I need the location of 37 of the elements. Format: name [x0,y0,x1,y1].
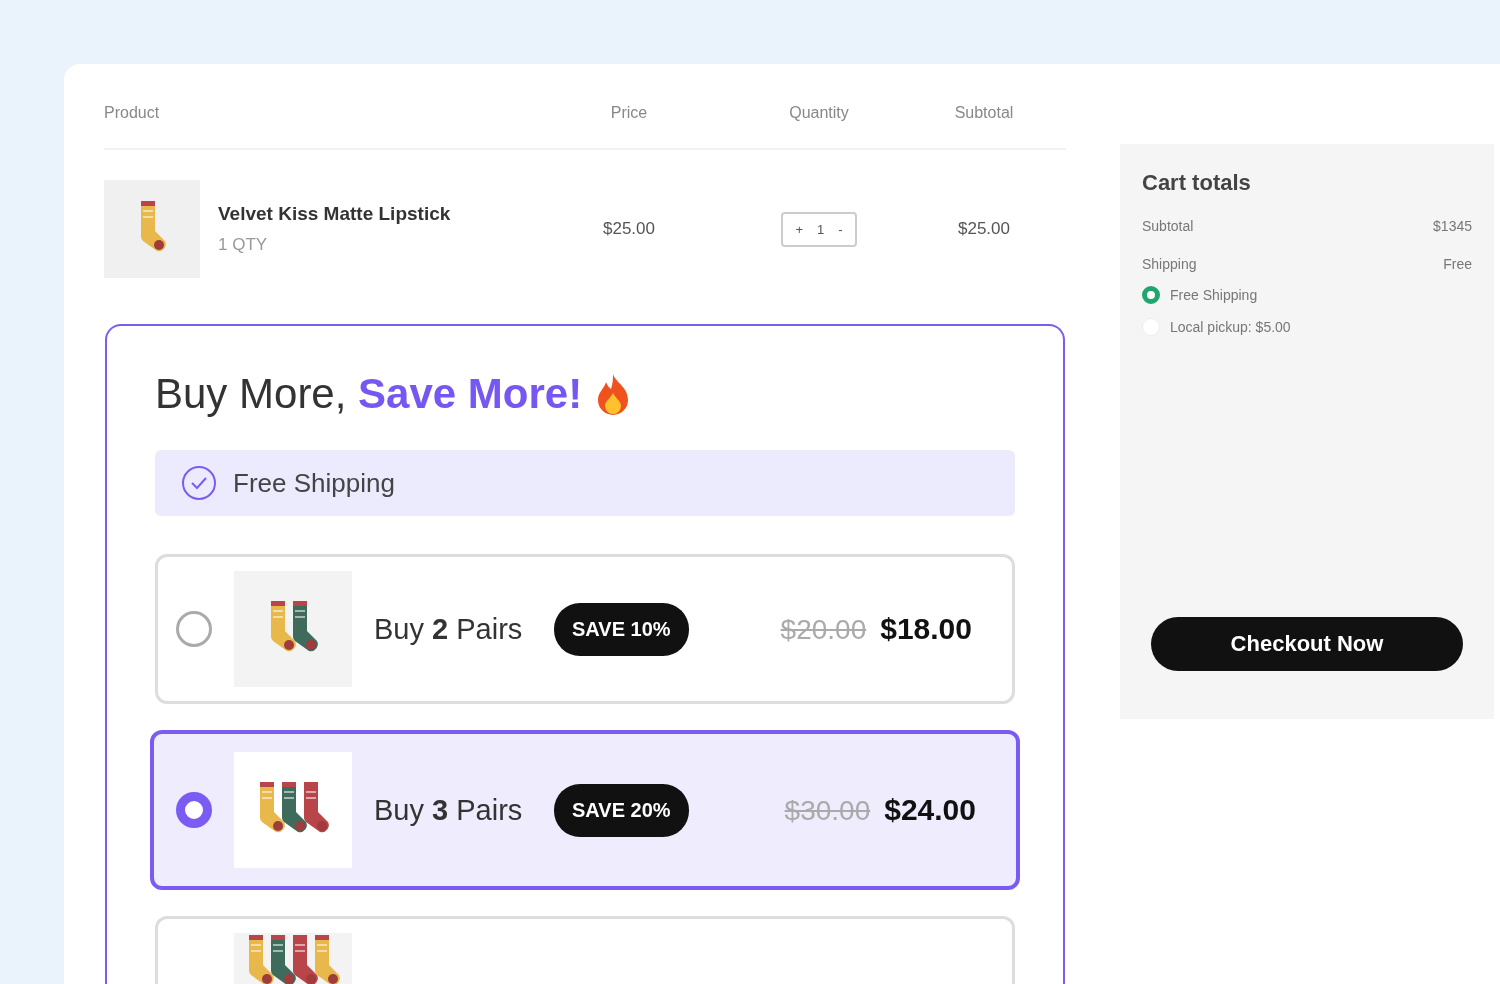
discount-badge: SAVE 10% [554,602,689,656]
perk-text: Free Shipping [233,467,395,499]
bundle-option[interactable]: Buy 3 Pairs SAVE 20% $30.00 $24.00 [150,730,1020,890]
bundle-label: Buy 3 Pairs [374,793,524,827]
totals-value: $1345 [1433,218,1472,234]
original-price: $20.00 [780,614,867,646]
original-price: $30.00 [784,795,871,827]
sale-price: $18.00 [880,612,972,646]
quantity-stepper[interactable]: + 1 - [781,211,857,247]
column-header: Product [104,104,161,122]
product-name: Velvet Kiss Matte Lipstick [218,203,451,225]
shipping-option[interactable]: Local pickup: $5.00 [1170,319,1291,335]
radio-button[interactable] [176,611,212,647]
shipping-option[interactable]: Free Shipping [1170,287,1258,303]
price-cell-text: $25.00 [602,219,656,239]
cart-totals-title: Cart totals [1142,170,1252,196]
column-header: Quantity [788,104,850,122]
quantity-value: 1 [817,221,825,237]
product-quantity: 1 QTY [218,235,269,255]
subtotal-cell-text: $25.00 [957,219,1011,239]
discount-badge: SAVE 20% [554,783,689,837]
totals-label: Shipping [1142,256,1197,272]
column-header: Price [609,104,649,122]
minus-button[interactable]: - [838,221,843,237]
flame-icon [596,373,631,415]
checkout-button[interactable]: Checkout Now [1151,617,1463,671]
bundle-option[interactable]: Buy 2 Pairs SAVE 10% $20.00 $18.00 [155,554,1015,704]
check-circle-icon [181,465,217,501]
plus-button[interactable]: + [795,221,803,237]
sale-price: $24.00 [884,793,976,827]
bundle-label: Buy 2 Pairs [374,612,524,646]
radio-button[interactable] [1142,286,1160,304]
offer-title: Buy More, Save More! [155,370,583,418]
totals-value: Free [1443,256,1472,272]
column-header: Subtotal [953,104,1015,122]
totals-label: Subtotal [1142,218,1194,234]
radio-button[interactable] [176,792,212,828]
